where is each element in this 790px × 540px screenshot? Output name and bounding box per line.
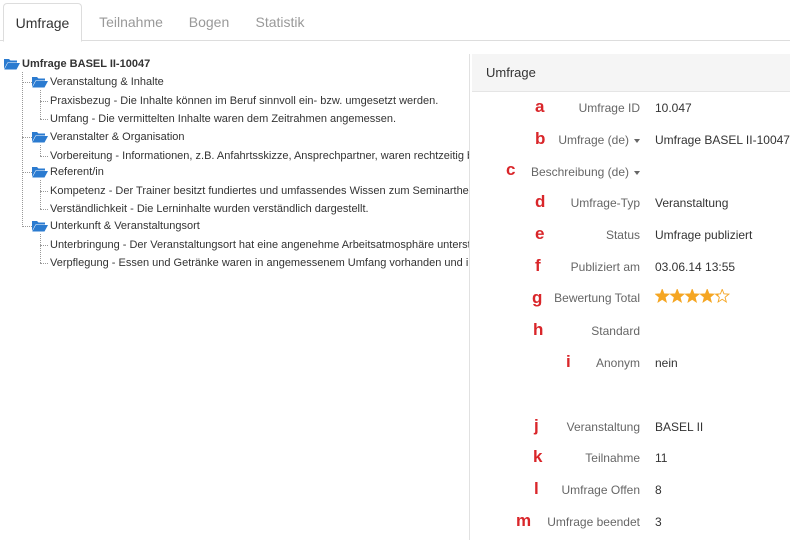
tree-item[interactable]: Verständlichkeit - Die Lerninhalte wurde… (50, 202, 369, 216)
tree-item[interactable]: Umfang - Die vermittelten Inhalte waren … (50, 112, 396, 126)
field-label-anonym: Anonym (595, 356, 640, 370)
annotation-marker-a: a (535, 97, 545, 116)
field-value-teilnahme: 11 (655, 451, 668, 465)
annotation-marker-i: i (566, 352, 571, 371)
field-label-umfrage-id: Umfrage ID (578, 101, 640, 115)
field-label-publiziert-am: Publiziert am (570, 260, 640, 274)
tree-connector (22, 137, 32, 138)
tree-connector (40, 191, 48, 192)
tree-connector (22, 82, 32, 83)
annotation-marker-d: d (535, 192, 546, 211)
annotation-marker-l: l (534, 479, 539, 498)
tab-statistik[interactable]: Statistik (248, 3, 312, 41)
detail-panel: Umfrage a Umfrage ID 10.047 b Umfrage (d… (472, 54, 790, 540)
star-icon (655, 289, 669, 302)
annotation-marker-m: m (516, 511, 532, 530)
tab-umfrage[interactable]: Umfrage (3, 3, 82, 42)
tree-root-node[interactable]: Umfrage BASEL II-10047 (22, 57, 150, 71)
field-label-umfrage-typ: Umfrage-Typ (570, 196, 640, 210)
field-label-umfrage-de[interactable]: Umfrage (de) (558, 133, 640, 147)
tree-connector (40, 234, 41, 263)
annotation-marker-b: b (535, 129, 546, 148)
field-value-umfrage-beendet: 3 (655, 515, 662, 529)
annotation-marker-f: f (535, 256, 541, 275)
folder-open-icon (32, 221, 48, 232)
field-label-standard: Standard (591, 324, 640, 338)
caret-down-icon[interactable] (634, 170, 640, 175)
field-label-bewertung-total: Bewertung Total (554, 291, 640, 305)
folder-open-icon (32, 167, 48, 178)
rating-stars (655, 289, 731, 303)
field-label-beschreibung-de[interactable]: Beschreibung (de) (531, 165, 640, 179)
field-label-umfrage-offen: Umfrage Offen (561, 483, 640, 497)
tree-connector (40, 156, 48, 157)
tree-item[interactable]: Kompetenz - Der Trainer besitzt fundiert… (50, 184, 470, 198)
tree-connector (40, 180, 41, 209)
tab-bar: Umfrage Teilnahme Bogen Statistik (0, 0, 790, 42)
caret-down-icon[interactable] (634, 138, 640, 143)
survey-tree: Umfrage BASEL II-10047 Veranstaltung & I… (0, 54, 470, 540)
annotation-marker-h: h (533, 320, 544, 339)
folder-open-icon (4, 59, 20, 70)
tree-connector (40, 245, 48, 246)
field-value-umfrage-de: Umfrage BASEL II-10047 (655, 133, 790, 147)
field-label-teilnahme: Teilnahme (585, 451, 640, 465)
star-icon (685, 289, 699, 302)
tree-group-node[interactable]: Veranstaltung & Inhalte (50, 75, 164, 89)
folder-open-icon (32, 77, 48, 88)
tab-teilnahme[interactable]: Teilnahme (91, 3, 171, 41)
field-label-umfrage-beendet: Umfrage beendet (547, 515, 640, 529)
tree-group-node[interactable]: Unterkunft & Veranstaltungsort (50, 219, 200, 233)
tree-item[interactable]: Vorbereitung - Informationen, z.B. Anfah… (50, 149, 470, 163)
field-value-publiziert-am: 03.06.14 13:55 (655, 260, 736, 274)
annotation-marker-e: e (535, 224, 545, 243)
star-icon (670, 289, 684, 302)
field-value-umfrage-id: 10.047 (655, 101, 692, 115)
field-value-umfrage-typ: Veranstaltung (655, 196, 729, 210)
field-value-umfrage-offen: 8 (655, 483, 662, 497)
tree-group-node[interactable]: Veranstalter & Organisation (50, 130, 185, 144)
star-icon (700, 289, 714, 302)
tree-connector (40, 90, 41, 119)
panel-splitter[interactable] (469, 54, 470, 540)
field-value-anonym: nein (655, 356, 678, 370)
field-label-veranstaltung: Veranstaltung (566, 420, 640, 434)
tree-connector (22, 172, 32, 173)
folder-open-icon (32, 132, 48, 143)
tree-connector (40, 209, 48, 210)
tree-connector (22, 72, 23, 227)
tree-item[interactable]: Verpflegung - Essen und Getränke waren i… (50, 256, 470, 270)
tree-item[interactable]: Unterbringung - Der Veranstaltungsort ha… (50, 238, 470, 252)
tree-connector (40, 119, 48, 120)
tree-item[interactable]: Praxisbezug - Die Inhalte können im Beru… (50, 94, 438, 108)
tree-group-node[interactable]: Referent/in (50, 165, 104, 179)
field-value-status: Umfrage publiziert (655, 228, 753, 242)
tab-bogen[interactable]: Bogen (180, 3, 238, 41)
annotation-marker-k: k (533, 447, 543, 466)
annotation-marker-c: c (506, 160, 516, 179)
panel-title: Umfrage (472, 54, 790, 92)
field-value-veranstaltung: BASEL II (655, 420, 704, 434)
annotation-marker-g: g (532, 288, 543, 307)
field-label-status: Status (605, 228, 640, 242)
tree-connector (40, 101, 48, 102)
tree-connector (22, 226, 32, 227)
tree-connector (40, 263, 48, 264)
tree-connector (40, 145, 41, 156)
annotation-marker-j: j (534, 416, 539, 435)
